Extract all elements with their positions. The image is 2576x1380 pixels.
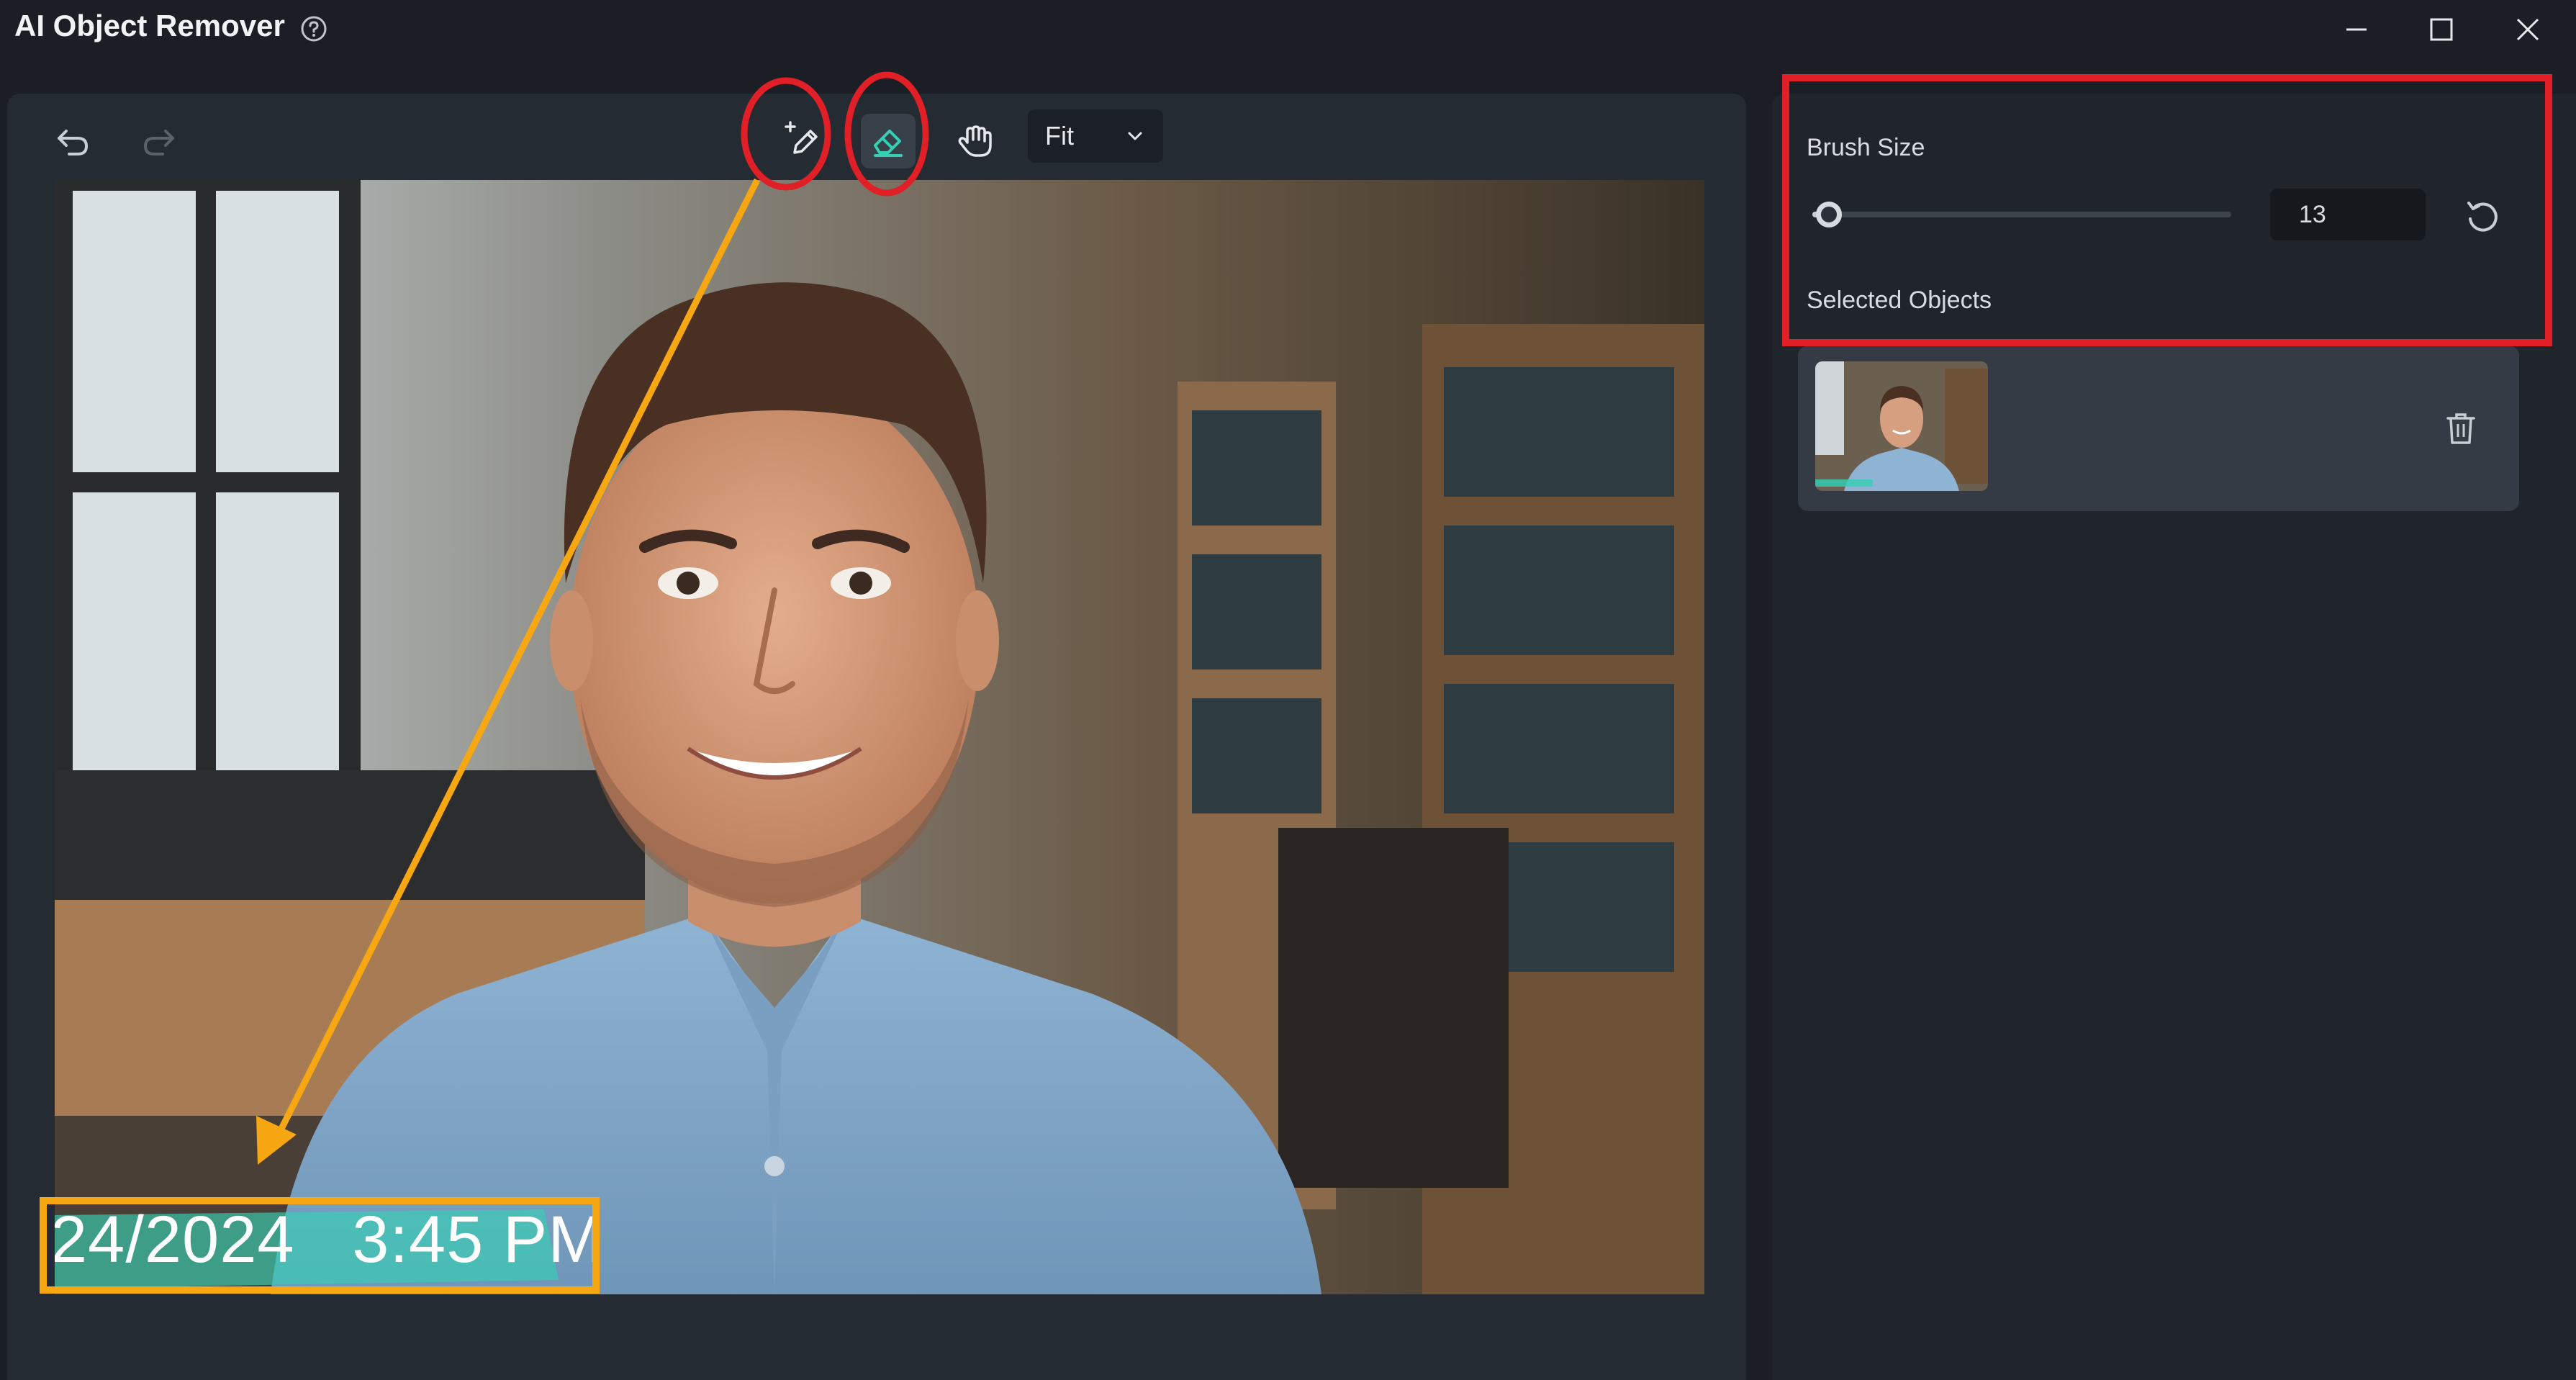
canvas-panel: Fit 24/2024 3:45 PM [7, 94, 1746, 1380]
trash-icon [2446, 413, 2475, 444]
reset-button[interactable] [2463, 196, 2503, 236]
zoom-dropdown[interactable]: Fit [1028, 109, 1163, 163]
pan-tool[interactable] [947, 114, 1002, 168]
redo-button[interactable] [131, 114, 186, 168]
brush-size-label: Brush Size [1807, 134, 1925, 161]
help-icon[interactable] [299, 14, 328, 43]
maximize-button[interactable] [2420, 10, 2463, 49]
eraser-icon [874, 130, 903, 157]
brush-size-input[interactable]: 13 [2270, 189, 2426, 240]
portrait-photo [55, 180, 1704, 1294]
slider-thumb[interactable] [1816, 202, 1843, 227]
settings-panel: Brush Size 13 Selected Objects [1772, 94, 2576, 1380]
delete-object-button[interactable] [2440, 407, 2482, 449]
eraser-tool[interactable] [861, 114, 916, 168]
brush-size-value: 13 [2299, 200, 2326, 228]
selected-objects-label: Selected Objects [1807, 287, 1992, 314]
add-pencil-icon [785, 121, 818, 154]
photo-canvas[interactable]: 24/2024 3:45 PM [55, 180, 1704, 1294]
close-button[interactable] [2506, 10, 2549, 49]
zoom-value: Fit [1045, 121, 1074, 150]
selected-object-item[interactable] [1798, 346, 2519, 511]
object-thumbnail [1815, 361, 1988, 491]
minimize-button[interactable] [2335, 10, 2378, 49]
undo-button[interactable] [46, 114, 101, 168]
reset-icon [2467, 202, 2498, 232]
hand-icon [958, 125, 992, 157]
brush-size-slider[interactable] [1812, 212, 2231, 217]
redo-icon [143, 130, 174, 155]
add-brush-tool[interactable] [773, 114, 828, 168]
timestamp-overlay: 24/2024 3:45 PM [55, 1203, 604, 1276]
canvas-footer [7, 1294, 1746, 1380]
canvas-toolbar: Fit [7, 94, 1746, 180]
app-title: AI Object Remover [14, 9, 285, 42]
undo-icon [58, 130, 89, 155]
title-bar: AI Object Remover [0, 0, 2576, 59]
chevron-down-icon [1128, 132, 1142, 140]
